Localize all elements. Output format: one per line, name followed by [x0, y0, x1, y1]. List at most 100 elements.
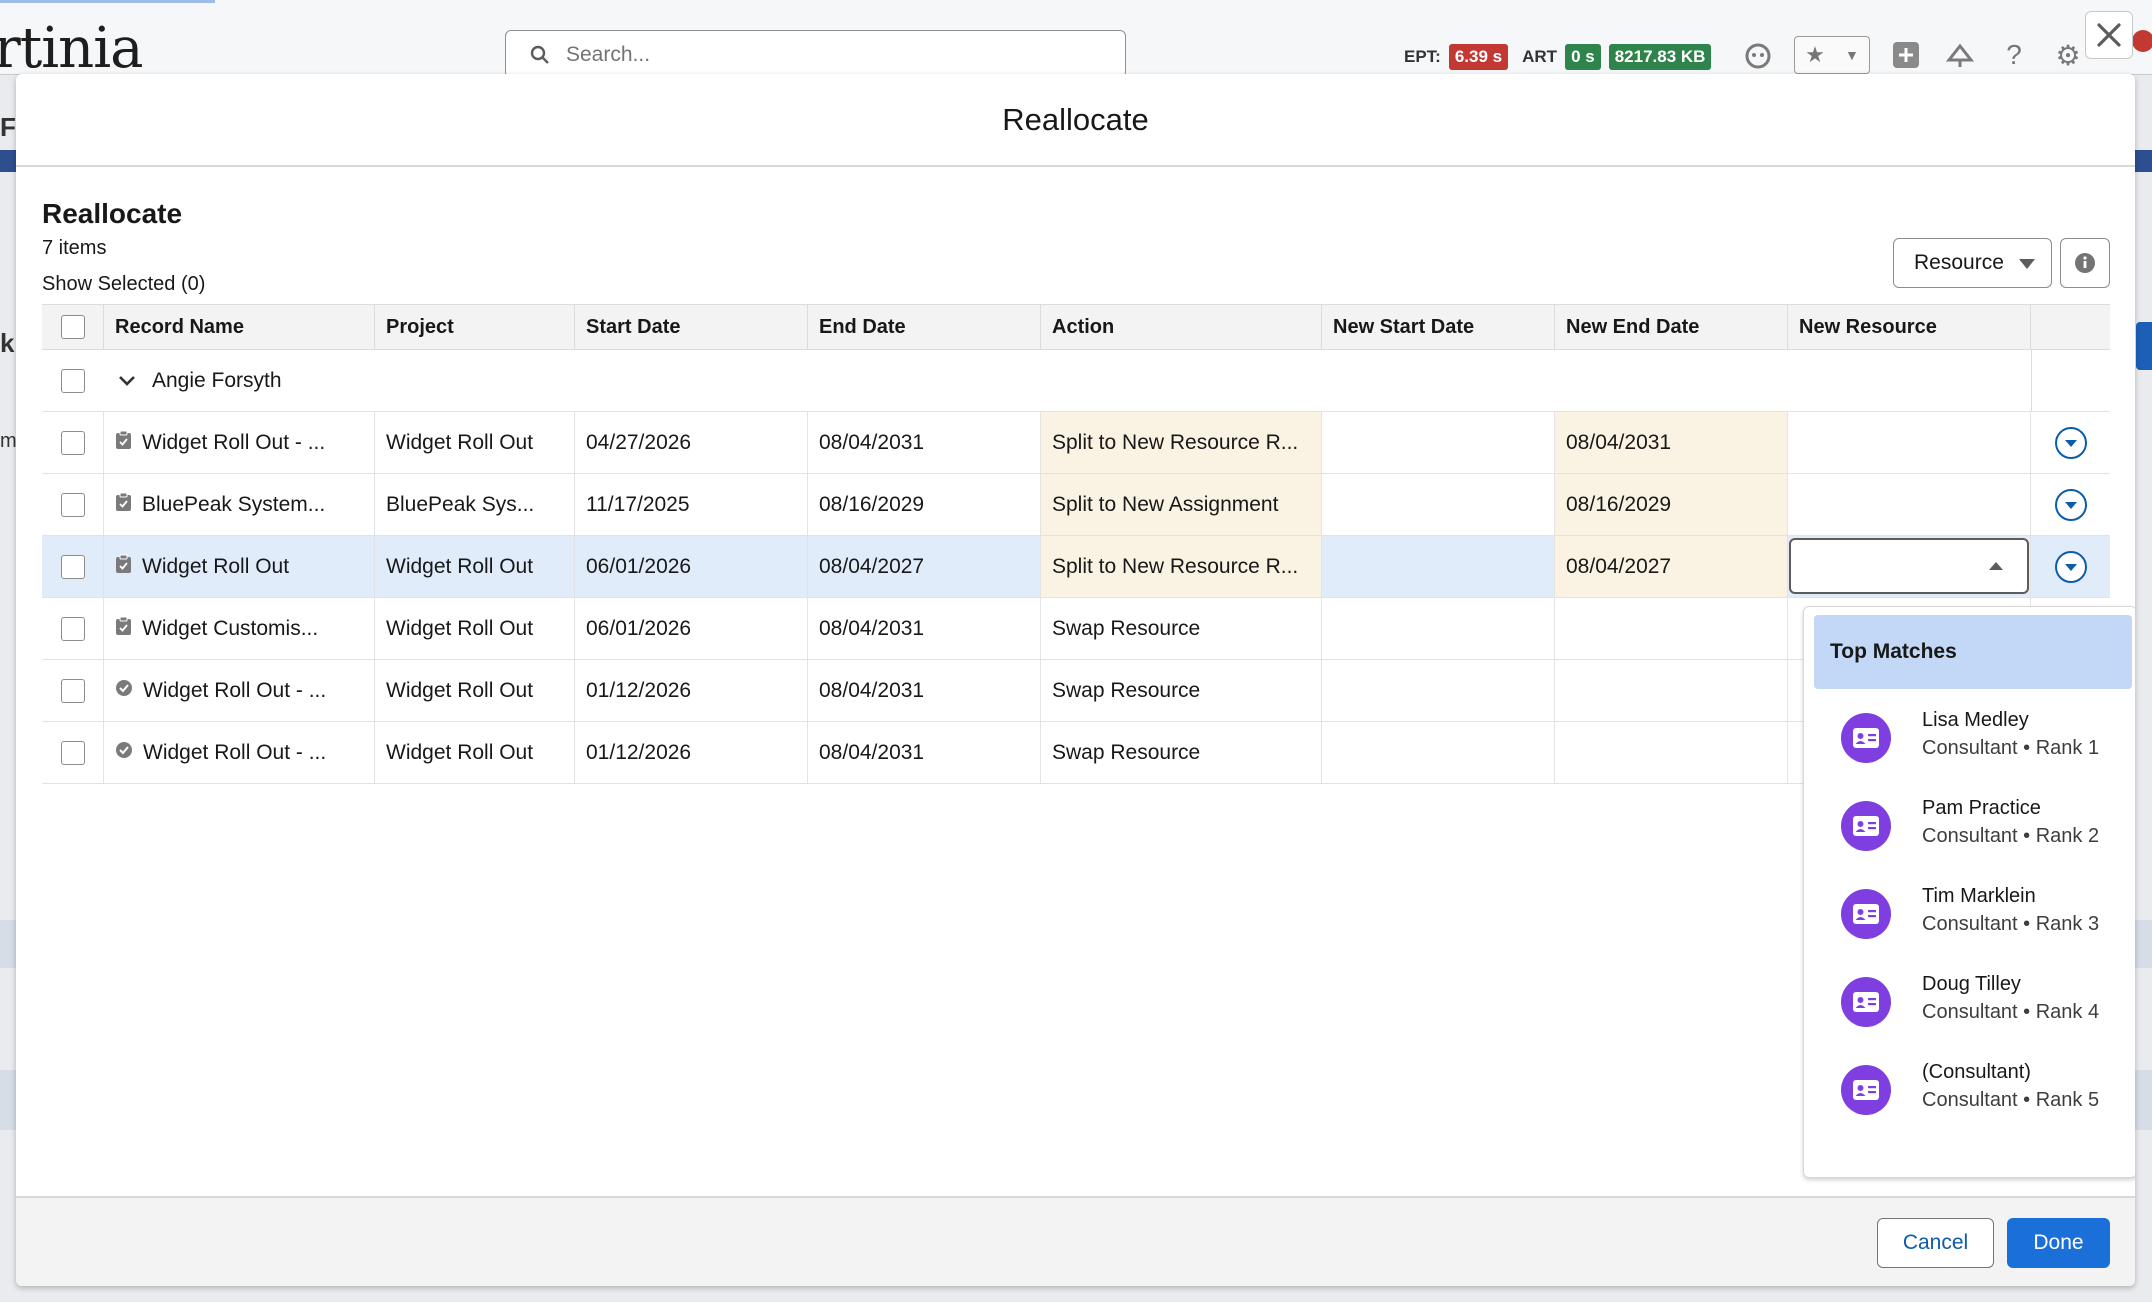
listbox-option[interactable]: (Consultant) Consultant • Rank 5 — [1804, 1047, 2135, 1135]
close-icon — [2097, 23, 2121, 47]
start-date-cell: 06/01/2026 — [575, 536, 808, 597]
group-checkbox[interactable] — [61, 368, 85, 393]
help-icon[interactable]: ? — [1996, 37, 2032, 73]
chevron-down-icon[interactable] — [118, 375, 136, 387]
row-checkbox-cell — [42, 536, 104, 597]
chevron-down-icon: ▼ — [1845, 47, 1859, 63]
global-search[interactable]: Search... — [505, 30, 1126, 78]
column-project[interactable]: Project — [375, 305, 575, 349]
column-new-end-date[interactable]: New End Date — [1555, 305, 1788, 349]
column-new-start-date[interactable]: New Start Date — [1322, 305, 1555, 349]
ept-label: EPT: — [1404, 47, 1441, 66]
record-name-cell: Widget Roll Out - ... — [104, 722, 375, 783]
record-name-text: Widget Roll Out - ... — [143, 740, 327, 764]
favorites-button[interactable]: ★ ▼ — [1794, 36, 1870, 74]
memory-value: 8217.83 KB — [1608, 44, 1712, 70]
setup-gear-icon[interactable]: ⚙ — [2050, 37, 2086, 73]
row-checkbox[interactable] — [60, 554, 85, 579]
action-cell: Split to New Resource R... — [1041, 536, 1322, 597]
table-row[interactable]: Widget Roll Out Widget Roll Out 06/01/2026… — [42, 536, 2110, 598]
option-detail: Consultant • Rank 4 — [1922, 1001, 2100, 1023]
start-date-cell: 11/17/2025 — [575, 474, 808, 535]
row-checkbox[interactable] — [60, 740, 85, 765]
record-name-text: Widget Roll Out - ... — [143, 678, 327, 702]
new-resource-combobox[interactable] — [1789, 538, 2029, 594]
column-end-date[interactable]: End Date — [808, 305, 1041, 349]
column-action[interactable]: Action — [1041, 305, 1322, 349]
row-checkbox[interactable] — [60, 430, 85, 455]
background-fragment-3: m — [0, 430, 17, 452]
record-name-text: Widget Roll Out - ... — [142, 430, 326, 454]
table-row[interactable]: Widget Roll Out - ... Widget Roll Out 01/1… — [42, 722, 2110, 784]
new-end-date-text: 08/16/2029 — [1566, 492, 1672, 516]
end-date-text: 08/04/2027 — [819, 554, 925, 578]
project-text: Widget Roll Out — [386, 740, 534, 764]
project-cell: BluePeak Sys... — [375, 474, 575, 535]
listbox-option[interactable]: Pam Practice Consultant • Rank 2 — [1804, 783, 2135, 871]
notification-badge[interactable] — [2132, 30, 2152, 52]
add-icon[interactable] — [1888, 37, 1924, 73]
astro-icon[interactable] — [1740, 37, 1776, 73]
row-action-menu-button[interactable] — [2054, 488, 2087, 521]
action-text: Split to New Resource R... — [1052, 554, 1299, 578]
start-date-text: 06/01/2026 — [586, 554, 692, 578]
header-select-all-cell — [42, 305, 104, 349]
new-start-date-cell — [1322, 660, 1555, 721]
row-action-menu-button[interactable] — [2054, 550, 2087, 583]
table-row[interactable]: BluePeak System... BluePeak Sys... 11/17/2… — [42, 474, 2110, 536]
close-modal-button[interactable] — [2085, 11, 2133, 59]
row-action-menu-button[interactable] — [2054, 426, 2087, 459]
new-end-date-text: 08/04/2031 — [1566, 430, 1672, 454]
row-checkbox[interactable] — [60, 616, 85, 641]
end-date-text: 08/04/2031 — [819, 678, 925, 702]
table-row[interactable]: Widget Customis... Widget Roll Out 06/01/2… — [42, 598, 2110, 660]
art-value: 0 s — [1565, 44, 1601, 70]
project-text: Widget Roll Out — [386, 678, 534, 702]
listbox-option[interactable]: Tim Marklein Consultant • Rank 3 — [1804, 871, 2135, 959]
cancel-button[interactable]: Cancel — [1877, 1218, 1994, 1268]
end-date-text: 08/16/2029 — [819, 492, 925, 516]
contact-card-icon — [1841, 889, 1891, 939]
action-text: Swap Resource — [1052, 616, 1201, 640]
select-all-checkbox[interactable] — [60, 315, 85, 339]
info-button[interactable] — [2060, 238, 2110, 288]
done-button[interactable]: Done — [2007, 1218, 2110, 1268]
resource-select[interactable]: Resource — [1893, 238, 2052, 288]
action-cell: Swap Resource — [1041, 660, 1322, 721]
assignment-status-icon — [115, 679, 133, 703]
end-date-cell: 08/04/2031 — [808, 722, 1041, 783]
search-icon — [530, 45, 550, 70]
project-text: Widget Roll Out — [386, 430, 534, 454]
row-checkbox[interactable] — [60, 492, 85, 517]
resource-listbox: Top Matches Lisa Medley Consultant • Rank… — [1803, 606, 2135, 1178]
trailhead-icon[interactable] — [1942, 37, 1978, 73]
listbox-option[interactable]: Doug Tilley Consultant • Rank 4 — [1804, 959, 2135, 1047]
project-cell: Widget Roll Out — [375, 722, 575, 783]
item-count: 7 items — [42, 237, 107, 259]
new-end-date-cell: 08/04/2027 — [1555, 536, 1788, 597]
column-record-name[interactable]: Record Name — [104, 305, 375, 349]
start-date-text: 01/12/2026 — [586, 678, 692, 702]
table-row[interactable]: Widget Roll Out - ... Widget Roll Out 04/2… — [42, 412, 2110, 474]
chevron-down-icon — [2064, 502, 2077, 509]
record-name-text: Widget Customis... — [142, 616, 319, 640]
option-detail: Consultant • Rank 1 — [1922, 737, 2100, 759]
record-name-cell: Widget Roll Out - ... — [104, 412, 375, 473]
listbox-option[interactable]: Lisa Medley Consultant • Rank 1 — [1804, 695, 2135, 783]
action-text: Split to New Resource R... — [1052, 430, 1299, 454]
list-title: Reallocate — [42, 198, 183, 229]
chevron-up-icon — [1989, 562, 2003, 570]
group-checkbox-cell — [42, 350, 104, 411]
row-checkbox[interactable] — [60, 678, 85, 703]
contact-card-icon — [1841, 713, 1891, 763]
assignment-icon — [115, 430, 132, 456]
column-start-date[interactable]: Start Date — [575, 305, 808, 349]
start-date-text: 06/01/2026 — [586, 616, 692, 640]
new-start-date-cell — [1322, 722, 1555, 783]
show-selected-link[interactable]: Show Selected (0) — [42, 273, 205, 296]
table-row[interactable]: Widget Roll Out - ... Widget Roll Out 01/1… — [42, 660, 2110, 722]
column-new-resource[interactable]: New Resource — [1788, 305, 2031, 349]
performance-metrics: EPT: 6.39 s ART 0 s 8217.83 KB — [1404, 44, 1712, 70]
row-checkbox-cell — [42, 474, 104, 535]
new-resource-cell — [1788, 412, 2031, 473]
